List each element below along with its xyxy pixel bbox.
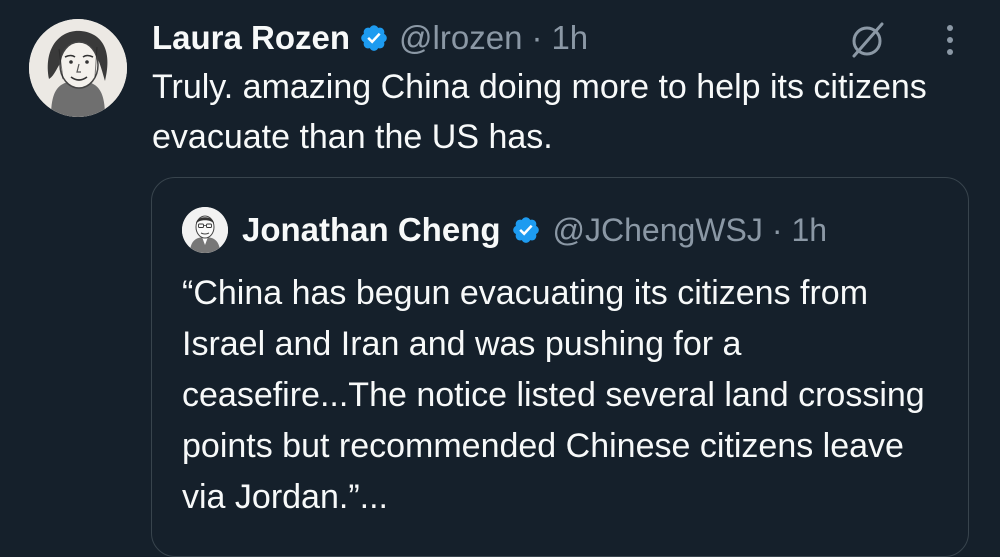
tweet-text: Truly. amazing China doing more to help … (152, 68, 927, 156)
quoted-tweet-timestamp[interactable]: 1h (792, 212, 828, 249)
verified-badge-icon[interactable] (359, 23, 389, 53)
author-avatar[interactable] (29, 19, 127, 117)
author-handle[interactable]: @lrozen (399, 19, 522, 57)
quoted-author-avatar[interactable] (182, 207, 228, 253)
more-vertical-icon[interactable] (936, 22, 964, 58)
sketch-portrait-icon (29, 19, 127, 117)
tweet-timestamp[interactable]: 1h (551, 19, 588, 57)
quoted-author-display-name[interactable]: Jonathan Cheng (242, 211, 501, 249)
separator-dot: · (531, 19, 543, 56)
quoted-tweet-text: “China has begun evacuating its citizens… (182, 274, 925, 516)
grok-icon[interactable] (843, 15, 891, 63)
quoted-author-handle[interactable]: @JChengWSJ (553, 212, 763, 249)
separator-dot: · (771, 211, 783, 248)
author-display-name[interactable]: Laura Rozen (152, 19, 350, 57)
tweet-header: Laura Rozen @lrozen · 1h (152, 14, 588, 62)
quoted-tweet-card[interactable]: Jonathan Cheng @JChengWSJ · 1h “China ha… (151, 177, 969, 557)
tweet[interactable]: Laura Rozen @lrozen · 1h Truly. amazing … (0, 0, 1000, 557)
sketch-portrait-icon (182, 207, 228, 253)
quoted-tweet-header: Jonathan Cheng @JChengWSJ · 1h (242, 204, 827, 256)
verified-badge-icon[interactable] (511, 215, 541, 245)
